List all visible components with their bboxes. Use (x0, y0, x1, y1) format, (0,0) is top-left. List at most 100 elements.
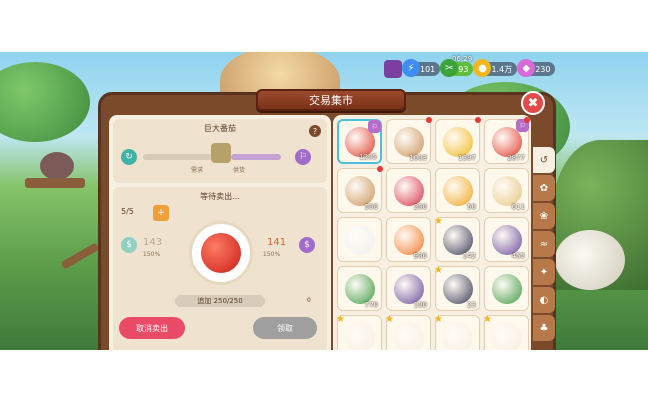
sheep-character (555, 230, 625, 290)
inventory-item[interactable]: ★ (483, 314, 529, 350)
item-icon (442, 126, 473, 157)
crate-icon (211, 143, 231, 163)
inventory-item[interactable]: 50 (435, 168, 480, 213)
inventory-item[interactable]: ★ (336, 314, 382, 350)
price-icon: $ (299, 237, 315, 253)
bug-icon[interactable]: ✦ (533, 259, 555, 285)
inventory-item[interactable]: 455 (484, 217, 529, 262)
collect-button[interactable]: 领取 (253, 317, 317, 339)
star-icon: ★ (483, 314, 492, 325)
status-bar: ⚡ 101 ✂ 93 ● 1.4万 ◆ 230 (384, 58, 556, 80)
notification-dot (426, 117, 432, 123)
item-icon (393, 224, 424, 255)
supply-bar (231, 154, 281, 160)
bench (60, 242, 100, 270)
waiting-title: 等待卖出... (200, 192, 240, 201)
notification-dot (377, 166, 383, 172)
item-icon (442, 273, 473, 304)
mushroom-icon[interactable]: ♣ (533, 315, 555, 341)
item-count: 50 (467, 203, 476, 211)
inventory-item[interactable]: 611 (484, 168, 529, 213)
lightning-icon: ⚡ (402, 59, 420, 77)
gem-pill[interactable]: ◆ 230 (517, 59, 556, 77)
inventory-item[interactable] (484, 266, 529, 311)
inventory-item[interactable]: 200 (386, 168, 431, 213)
request-section: 巨大番茄 ? ↻ ⚐ 需求 供货 (113, 119, 327, 183)
tag-icon[interactable]: ⚐ (295, 149, 311, 165)
inventory-item[interactable] (337, 217, 382, 262)
item-name: 巨大番茄 (204, 124, 236, 133)
tip-count: 0 (307, 297, 311, 304)
item-count: 611 (511, 203, 525, 211)
item-count: 500 (364, 203, 378, 211)
inventory-grid: 1205 ⚐ 1003 1397 2877 ⚐ 500 200 50 611 900 142 ★ 455 7… (336, 117, 530, 350)
item-count: 2877 (507, 154, 525, 162)
item-icon (442, 322, 473, 350)
help-button[interactable]: ? (309, 125, 321, 137)
item-icon (442, 175, 473, 206)
crop-icon[interactable]: ✿ (533, 175, 555, 201)
coin-icon: $ (121, 237, 137, 253)
inventory-item[interactable]: 900 (386, 217, 431, 262)
stamina-pill[interactable]: ✂ 93 (440, 59, 474, 77)
item-count: 1003 (409, 154, 427, 162)
inventory-item[interactable]: 100 (386, 266, 431, 311)
inventory-item[interactable]: 2877 ⚐ (484, 117, 530, 164)
mailbox-icon[interactable] (384, 60, 402, 78)
inventory-item[interactable]: ★ (385, 314, 431, 350)
sale-panel: 巨大番茄 ? ↻ ⚐ 需求 供货 等待卖出... 5/5 + $ 143 150… (109, 115, 331, 350)
game-scene: 06:29 ⚡ 101 ✂ 93 ● 1.4万 ◆ 230 交易集市 ✖ 巨大番… (0, 52, 648, 350)
slot-count: 5/5 (121, 207, 134, 216)
history-icon[interactable]: ↺ (533, 147, 555, 173)
demand-bar (143, 154, 213, 160)
inventory-item[interactable]: 770 (337, 266, 382, 311)
item-icon (393, 273, 424, 304)
item-count: 770 (364, 301, 378, 309)
item-count: 1205 (359, 153, 377, 161)
trade-market-dialog: 交易集市 ✖ 巨大番茄 ? ↻ ⚐ 需求 供货 等待卖出... 5/5 + $ (98, 89, 556, 350)
coin-icon: ● (473, 59, 492, 77)
category-tabs: ↺ ✿ ❀ ≈ ✦ ◐ ♣ (533, 147, 555, 343)
inventory-item[interactable]: 1003 (386, 117, 432, 164)
tree (0, 62, 90, 142)
bench (25, 178, 85, 188)
star-icon: ★ (434, 265, 443, 276)
item-icon (442, 224, 473, 255)
item-count: 100 (413, 301, 427, 309)
sale-section: 等待卖出... 5/5 + $ 143 150% 141 150% $ 追加 2… (113, 187, 327, 350)
gem-icon: ◆ (517, 59, 536, 77)
inventory-item[interactable]: 23 ★ (434, 265, 480, 311)
item-icon (491, 273, 522, 304)
item-icon (491, 224, 522, 255)
sale-tag-icon: ⚐ (368, 120, 381, 133)
inventory-item[interactable]: 1397 (435, 117, 481, 164)
item-icon (344, 175, 375, 206)
inventory-item[interactable]: ★ (434, 314, 480, 350)
item-count: 455 (511, 252, 525, 260)
item-display (189, 221, 253, 285)
inventory-item[interactable]: 142 ★ (434, 216, 480, 262)
animal-figure (40, 152, 74, 180)
inventory-item[interactable]: 500 (337, 166, 383, 213)
current-pct: 150% (263, 251, 281, 258)
inventory-panel: 1205 ⚐ 1003 1397 2877 ⚐ 500 200 50 611 900 142 ★ 455 7… (333, 115, 531, 350)
added-progress: 追加 250/250 (175, 295, 265, 307)
item-icon (393, 126, 424, 157)
cancel-sale-button[interactable]: 取消卖出 (119, 317, 185, 339)
star-icon: ★ (385, 314, 394, 325)
close-button[interactable]: ✖ (521, 91, 545, 115)
inventory-item[interactable]: 1205 ⚐ (337, 119, 382, 164)
item-count: 142 (462, 252, 476, 260)
item-icon (344, 322, 375, 350)
energy-pill[interactable]: ⚡ 101 (402, 59, 441, 77)
item-icon (393, 175, 424, 206)
shell-icon[interactable]: ◐ (533, 287, 555, 313)
fish-icon[interactable]: ≈ (533, 231, 555, 257)
current-price: 141 (267, 237, 287, 248)
coin-pill[interactable]: ● 1.4万 (473, 59, 518, 77)
dialog-title: 交易集市 (256, 89, 406, 111)
flower-icon[interactable]: ❀ (533, 203, 555, 229)
refresh-icon[interactable]: ↻ (121, 149, 137, 165)
add-slot-button[interactable]: + (153, 205, 169, 221)
item-icon (491, 322, 522, 350)
